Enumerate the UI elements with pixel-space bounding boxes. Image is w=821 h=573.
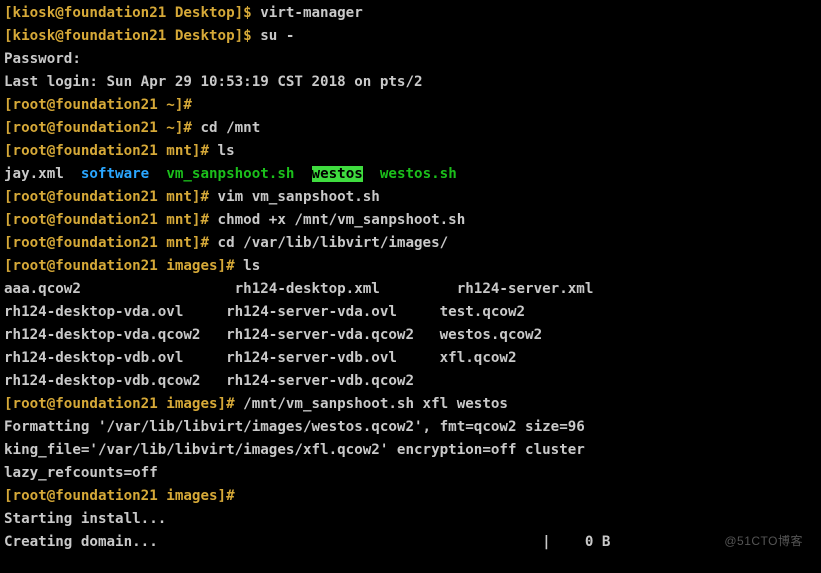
line-ls-images: [root@foundation21 images]# ls — [4, 255, 817, 278]
line-formatting2: king_file='/var/lib/libvirt/images/xfl.q… — [4, 439, 817, 462]
line-vim: [root@foundation21 mnt]# vim vm_sanpshoo… — [4, 186, 817, 209]
prompt-root: [root@foundation21 mnt]# — [4, 143, 218, 159]
line-virt-manager: [kiosk@foundation21 Desktop]$ virt-manag… — [4, 2, 817, 25]
prompt-root: [root@foundation21 images]# — [4, 396, 243, 412]
cmd-su: su - — [260, 28, 294, 44]
line-prompt-empty: [root@foundation21 images]# — [4, 485, 817, 508]
line-formatting: Formatting '/var/lib/libvirt/images/west… — [4, 416, 817, 439]
line-ls-out3: rh124-desktop-vda.qcow2 rh124-server-vda… — [4, 324, 817, 347]
prompt-root: [root@foundation21 images]# — [4, 488, 235, 504]
line-root-home: [root@foundation21 ~]# — [4, 94, 817, 117]
cmd-vim: vim vm_sanpshoot.sh — [218, 189, 380, 205]
line-ls-out2: rh124-desktop-vda.ovl rh124-server-vda.o… — [4, 301, 817, 324]
file-westos-sh: westos.sh — [380, 166, 457, 182]
prompt-kiosk: [kiosk@foundation21 Desktop]$ — [4, 28, 260, 44]
prompt-root: [root@foundation21 ~]# — [4, 120, 200, 136]
file-jay-xml: jay.xml — [4, 166, 81, 182]
cmd-virt-manager: virt-manager — [260, 5, 363, 21]
line-cd-mnt: [root@foundation21 ~]# cd /mnt — [4, 117, 817, 140]
watermark: @51CTO博客 — [724, 530, 803, 553]
line-starting-install: Starting install... — [4, 508, 817, 531]
cmd-run-script: /mnt/vm_sanpshoot.sh xfl westos — [243, 396, 508, 412]
dir-software: software — [81, 166, 149, 182]
line-formatting3: lazy_refcounts=off — [4, 462, 817, 485]
line-ls-out1: aaa.qcow2 rh124-desktop.xml rh124-server… — [4, 278, 817, 301]
cmd-ls: ls — [218, 143, 235, 159]
cmd-cd-mnt: cd /mnt — [200, 120, 260, 136]
line-su: [kiosk@foundation21 Desktop]$ su - — [4, 25, 817, 48]
line-creating-domain: Creating domain... | 0 B — [4, 531, 817, 554]
line-ls-mnt: [root@foundation21 mnt]# ls — [4, 140, 817, 163]
prompt-root: [root@foundation21 images]# — [4, 258, 243, 274]
prompt-root: [root@foundation21 mnt]# — [4, 235, 218, 251]
cmd-chmod: chmod +x /mnt/vm_sanpshoot.sh — [218, 212, 466, 228]
line-cd-images: [root@foundation21 mnt]# cd /var/lib/lib… — [4, 232, 817, 255]
line-password: Password: — [4, 48, 817, 71]
line-lastlogin: Last login: Sun Apr 29 10:53:19 CST 2018… — [4, 71, 817, 94]
line-run-script: [root@foundation21 images]# /mnt/vm_sanp… — [4, 393, 817, 416]
file-vm-sanpshoot: vm_sanpshoot.sh — [166, 166, 294, 182]
dir-westos: westos — [312, 166, 363, 182]
prompt-root: [root@foundation21 mnt]# — [4, 212, 218, 228]
line-ls-mnt-out: jay.xml software vm_sanpshoot.sh westos … — [4, 163, 817, 186]
cmd-ls: ls — [243, 258, 260, 274]
line-chmod: [root@foundation21 mnt]# chmod +x /mnt/v… — [4, 209, 817, 232]
prompt-kiosk: [kiosk@foundation21 Desktop]$ — [4, 5, 260, 21]
line-ls-out5: rh124-desktop-vdb.qcow2 rh124-server-vdb… — [4, 370, 817, 393]
prompt-root: [root@foundation21 mnt]# — [4, 189, 218, 205]
cmd-cd-images: cd /var/lib/libvirt/images/ — [218, 235, 449, 251]
terminal-output[interactable]: [kiosk@foundation21 Desktop]$ virt-manag… — [0, 0, 821, 556]
line-ls-out4: rh124-desktop-vdb.ovl rh124-server-vdb.o… — [4, 347, 817, 370]
prompt-root: [root@foundation21 ~]# — [4, 97, 192, 113]
